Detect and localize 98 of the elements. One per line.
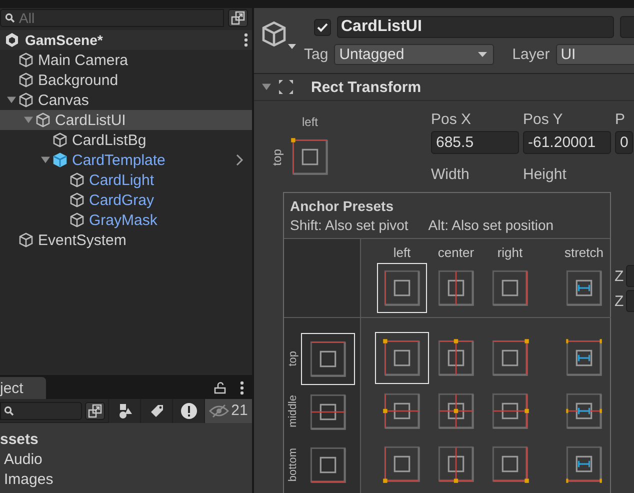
anchor-preset-button[interactable] [301, 332, 355, 384]
column-label: left [393, 245, 411, 260]
cube-icon [52, 152, 68, 168]
text-field[interactable] [620, 16, 634, 38]
hierarchy-item-label: Main Camera [38, 52, 128, 68]
hierarchy-row[interactable]: EventSystem [0, 230, 252, 250]
more-options-icon[interactable] [244, 33, 248, 47]
search-field[interactable] [0, 402, 82, 420]
cube-icon [18, 232, 34, 248]
anchor-preset-button[interactable] [377, 263, 427, 313]
expand-arrow-icon[interactable] [24, 115, 32, 124]
hierarchy-item-label: EventSystem [38, 232, 126, 248]
search-icon [4, 406, 14, 416]
tag-icon [148, 402, 164, 418]
cube-icon [69, 192, 85, 208]
number-field[interactable]: 685.5 [431, 131, 519, 154]
hierarchy-row[interactable]: Main Camera [0, 50, 252, 70]
rect-transform-icon [279, 80, 293, 94]
dropdown-caret-icon[interactable] [288, 44, 296, 50]
column-label: center [438, 245, 474, 260]
hint-text: Shift: Also set pivot [290, 217, 408, 233]
cube-icon [18, 92, 34, 108]
anchor-horizontal-label: left [302, 115, 318, 129]
hierarchy-item-label: CardGray [89, 192, 154, 208]
hierarchy-row[interactable]: Background [0, 70, 252, 90]
field-label: Pos Y [523, 111, 564, 130]
filter-by-label-button[interactable] [140, 398, 172, 422]
tag-label: Tag [304, 46, 328, 63]
cube-icon [69, 212, 85, 228]
field-label: P [615, 111, 626, 130]
popout-button[interactable] [85, 402, 105, 420]
hierarchy-row[interactable]: CardListUI [0, 110, 252, 130]
chevron-right-icon[interactable] [236, 154, 244, 166]
number-field[interactable]: -61.20001 [523, 131, 611, 154]
scene-title: GamScene* [25, 32, 104, 48]
filter-by-type-button[interactable] [108, 398, 140, 422]
project-item[interactable]: Images [0, 471, 252, 491]
z-label: Z [614, 292, 624, 310]
shapes-icon [116, 402, 132, 418]
popout-icon [231, 11, 245, 25]
row-label: bottom [287, 448, 300, 482]
hint-text: Alt: Also set position [428, 217, 554, 233]
layer-label: Layer [512, 46, 550, 63]
exclamation-icon [180, 402, 198, 420]
lock-icon[interactable] [214, 382, 226, 394]
cube-icon [35, 112, 51, 128]
component-title: Rect Transform [311, 78, 422, 96]
popout-button[interactable] [228, 9, 248, 27]
hierarchy-row[interactable]: Canvas [0, 90, 252, 110]
popout-icon [88, 404, 102, 418]
hierarchy-item-label: CardListUI [55, 112, 126, 128]
row-label: top [287, 350, 300, 366]
hierarchy-item-label: CardListBg [72, 132, 146, 148]
expand-arrow-icon[interactable] [40, 155, 50, 164]
field-label: Height [523, 166, 568, 185]
field-label: Pos X [431, 111, 472, 130]
cube-icon [18, 72, 34, 88]
cube-icon [52, 132, 68, 148]
tag-dropdown[interactable]: Untagged [334, 44, 494, 65]
cube-icon [260, 20, 288, 48]
active-checkbox[interactable] [314, 18, 331, 36]
popup-title: Anchor Presets [290, 198, 394, 214]
expand-arrow-icon[interactable] [262, 82, 271, 91]
hierarchy-item-label: Background [38, 72, 118, 88]
expand-arrow-icon[interactable] [6, 95, 16, 104]
cube-icon [18, 52, 34, 68]
checkmark-icon [317, 22, 328, 32]
more-options-icon[interactable] [240, 381, 244, 395]
hierarchy-row[interactable]: CardListBg [0, 130, 252, 150]
hierarchy-row[interactable]: CardLight [0, 170, 252, 190]
field-label: Width [431, 166, 470, 185]
anchor-vertical-label: top [270, 148, 284, 166]
cube-icon [69, 172, 85, 188]
number-field[interactable]: 0 [615, 131, 633, 154]
project-item[interactable]: Audio [0, 451, 252, 471]
column-label: stretch [564, 245, 604, 260]
hidden-packages-button[interactable]: 21 [204, 398, 252, 422]
dropdown-caret-icon [478, 52, 488, 58]
layer-dropdown[interactable]: UI [556, 44, 634, 65]
search-icon [5, 13, 15, 23]
anchor-preset-button[interactable] [375, 332, 429, 384]
hierarchy-item-label: GrayMask [89, 212, 158, 228]
hierarchy-item-label: CardLight [89, 172, 154, 188]
eye-hidden-icon [209, 404, 230, 418]
warning-filter-button[interactable] [172, 398, 204, 422]
number-field[interactable] [626, 290, 634, 312]
hierarchy-row[interactable]: CardGray [0, 190, 252, 210]
hierarchy-row[interactable]: GrayMask [0, 210, 252, 230]
project-item[interactable]: ssets [0, 431, 252, 451]
column-label: right [497, 245, 523, 260]
project-tab[interactable]: ject [0, 377, 46, 399]
hierarchy-item-label: CardTemplate [72, 152, 166, 168]
hierarchy-row[interactable]: CardTemplate [0, 150, 252, 170]
number-field[interactable] [626, 265, 634, 287]
row-label: middle [287, 395, 300, 428]
hierarchy-item-label: Canvas [38, 92, 89, 108]
object-name-field[interactable]: CardListUI [337, 16, 614, 38]
z-label: Z [614, 268, 624, 284]
